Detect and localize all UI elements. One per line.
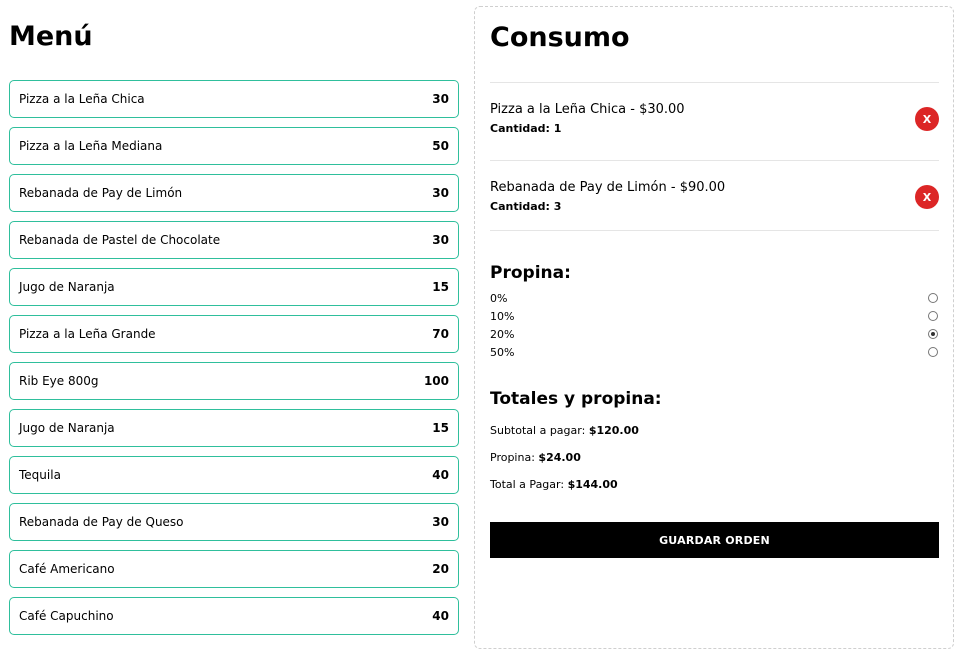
menu-item-name: Jugo de Naranja — [19, 280, 115, 294]
menu-item[interactable]: Café Capuchino 40 — [9, 597, 459, 635]
menu-item[interactable]: Rebanada de Pastel de Chocolate 30 — [9, 221, 459, 259]
tip-option-label: 20% — [490, 327, 515, 341]
totals-title: Totales y propina: — [490, 389, 662, 409]
tip-option-0[interactable]: 0% — [490, 289, 939, 307]
save-order-button[interactable]: GUARDAR ORDEN — [490, 522, 939, 558]
order-item: Pizza a la Leña Chica - $30.00 Cantidad:… — [490, 82, 939, 160]
total-line: Total a Pagar: $144.00 — [490, 478, 618, 491]
menu-item[interactable]: Rib Eye 800g 100 — [9, 362, 459, 400]
menu-title: Menú — [9, 21, 93, 52]
menu-item[interactable]: Rebanada de Pay de Queso 30 — [9, 503, 459, 541]
subtotal-label: Subtotal a pagar: — [490, 424, 586, 437]
remove-item-button[interactable]: X — [915, 185, 939, 209]
menu-item-price: 30 — [432, 92, 449, 106]
remove-item-button[interactable]: X — [915, 107, 939, 131]
menu-item[interactable]: Pizza a la Leña Grande 70 — [9, 315, 459, 353]
tip-option-label: 50% — [490, 345, 515, 359]
menu-item-price: 20 — [432, 562, 449, 576]
menu-item[interactable]: Jugo de Naranja 15 — [9, 268, 459, 306]
tip-radio-0[interactable] — [928, 293, 938, 303]
menu-item-name: Café Americano — [19, 562, 115, 576]
menu-list: Pizza a la Leña Chica 30 Pizza a la Leña… — [9, 80, 459, 644]
tip-amount-label: Propina: — [490, 451, 535, 464]
tip-amount-value: $24.00 — [538, 451, 581, 464]
menu-item-price: 30 — [432, 233, 449, 247]
menu-item-price: 30 — [432, 515, 449, 529]
tip-option-label: 0% — [490, 291, 508, 305]
menu-item-price: 100 — [423, 374, 449, 388]
page: Menú Pizza a la Leña Chica 30 Pizza a la… — [0, 0, 963, 657]
tip-radio-20[interactable] — [928, 329, 938, 339]
tip-title: Propina: — [490, 263, 571, 283]
menu-item[interactable]: Café Americano 20 — [9, 550, 459, 588]
subtotal-line: Subtotal a pagar: $120.00 — [490, 424, 639, 437]
order-panel: Consumo Pizza a la Leña Chica - $30.00 C… — [474, 6, 954, 649]
menu-item-price: 40 — [432, 609, 449, 623]
tip-option-20[interactable]: 20% — [490, 325, 939, 343]
order-item-quantity: Cantidad: 3 — [490, 200, 562, 213]
menu-item-name: Pizza a la Leña Grande — [19, 327, 156, 341]
tip-options: 0% 10% 20% 50% — [490, 289, 939, 361]
menu-item[interactable]: Pizza a la Leña Chica 30 — [9, 80, 459, 118]
menu-item-name: Jugo de Naranja — [19, 421, 115, 435]
total-label: Total a Pagar: — [490, 478, 565, 491]
tip-option-50[interactable]: 50% — [490, 343, 939, 361]
menu-item-name: Pizza a la Leña Chica — [19, 92, 145, 106]
menu-item-price: 15 — [432, 421, 449, 435]
order-item-quantity: Cantidad: 1 — [490, 122, 562, 135]
menu-item-price: 15 — [432, 280, 449, 294]
order-item-description: Rebanada de Pay de Limón - $90.00 — [490, 180, 726, 195]
order-item-description: Pizza a la Leña Chica - $30.00 — [490, 102, 685, 117]
total-value: $144.00 — [567, 478, 618, 491]
menu-item-price: 40 — [432, 468, 449, 482]
menu-item-price: 30 — [432, 186, 449, 200]
menu-item-name: Rebanada de Pay de Limón — [19, 186, 183, 200]
menu-item-price: 50 — [432, 139, 449, 153]
menu-item-name: Rib Eye 800g — [19, 374, 99, 388]
menu-item-name: Café Capuchino — [19, 609, 114, 623]
menu-item[interactable]: Rebanada de Pay de Limón 30 — [9, 174, 459, 212]
order-title: Consumo — [490, 22, 630, 53]
order-item: Rebanada de Pay de Limón - $90.00 Cantid… — [490, 160, 939, 231]
subtotal-value: $120.00 — [588, 424, 639, 437]
order-list: Pizza a la Leña Chica - $30.00 Cantidad:… — [490, 82, 939, 231]
menu-item[interactable]: Pizza a la Leña Mediana 50 — [9, 127, 459, 165]
menu-item-name: Pizza a la Leña Mediana — [19, 139, 163, 153]
menu-item[interactable]: Jugo de Naranja 15 — [9, 409, 459, 447]
tip-amount-line: Propina: $24.00 — [490, 451, 581, 464]
menu-item[interactable]: Tequila 40 — [9, 456, 459, 494]
tip-option-10[interactable]: 10% — [490, 307, 939, 325]
tip-option-label: 10% — [490, 309, 515, 323]
menu-item-price: 70 — [432, 327, 449, 341]
menu-item-name: Tequila — [19, 468, 61, 482]
tip-radio-10[interactable] — [928, 311, 938, 321]
menu-item-name: Rebanada de Pay de Queso — [19, 515, 184, 529]
tip-radio-50[interactable] — [928, 347, 938, 357]
menu-item-name: Rebanada de Pastel de Chocolate — [19, 233, 221, 247]
